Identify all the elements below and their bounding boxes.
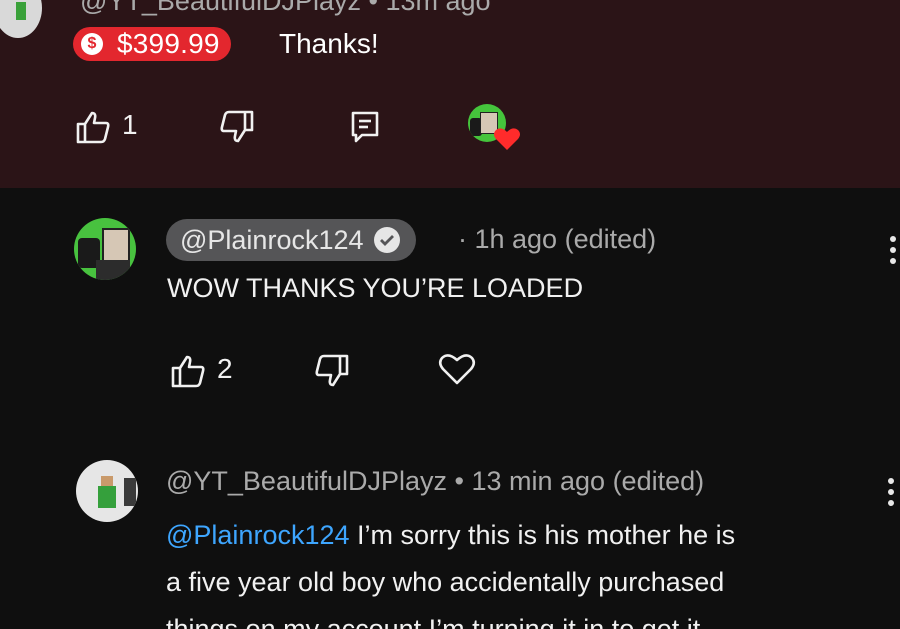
author-badge[interactable]: @Plainrock124 — [166, 219, 416, 261]
comment-meta: · 1h ago (edited) — [458, 224, 657, 254]
thumbs-up-icon[interactable] — [170, 354, 206, 388]
reply-icon[interactable] — [350, 110, 380, 144]
more-vertical-icon[interactable] — [888, 478, 894, 511]
verified-check-icon — [373, 227, 400, 253]
heart-icon[interactable] — [438, 352, 476, 386]
avatar[interactable] — [0, 0, 42, 38]
comment-text: WOW THANKS YOU’RE LOADED — [167, 273, 584, 303]
super-thanks-badge: $ $399.99 — [73, 27, 231, 61]
comment-text: @Plainrock124 I’m sorry this is his moth… — [166, 512, 866, 629]
thumbs-down-icon[interactable] — [314, 354, 350, 388]
more-vertical-icon[interactable] — [890, 236, 896, 269]
mention-link[interactable]: @Plainrock124 — [166, 520, 350, 550]
comment-line: things on my account I’m turning it in t… — [166, 614, 701, 629]
comment-thread: @YT_BeautifulDJPlayz • 13m ago $ $399.99… — [0, 0, 900, 629]
comment-line-text: I’m sorry this is his mother he is — [349, 520, 736, 550]
more-vertical-icon[interactable] — [886, 0, 892, 8]
money-icon: $ — [81, 33, 103, 55]
comment-line: @Plainrock124 I’m sorry this is his moth… — [166, 512, 866, 559]
comment-line: a five year old boy who accidentally pur… — [166, 567, 725, 597]
like-count: 2 — [217, 353, 233, 384]
comment-header: @YT_BeautifulDJPlayz • 13m ago — [80, 0, 491, 16]
comment-text: Thanks! — [279, 28, 379, 59]
thumbs-up-icon[interactable] — [75, 110, 111, 144]
thumbs-down-icon[interactable] — [219, 110, 255, 144]
super-thanks-comment: @YT_BeautifulDJPlayz • 13m ago $ $399.99… — [0, 0, 900, 188]
heart-icon — [494, 128, 520, 150]
avatar[interactable] — [74, 218, 136, 280]
like-count: 1 — [122, 109, 138, 140]
author-name: @Plainrock124 — [180, 224, 364, 255]
super-thanks-amount: $399.99 — [117, 28, 220, 59]
avatar[interactable] — [76, 460, 138, 522]
comment-meta: @YT_BeautifulDJPlayz • 13 min ago (edite… — [166, 466, 705, 496]
